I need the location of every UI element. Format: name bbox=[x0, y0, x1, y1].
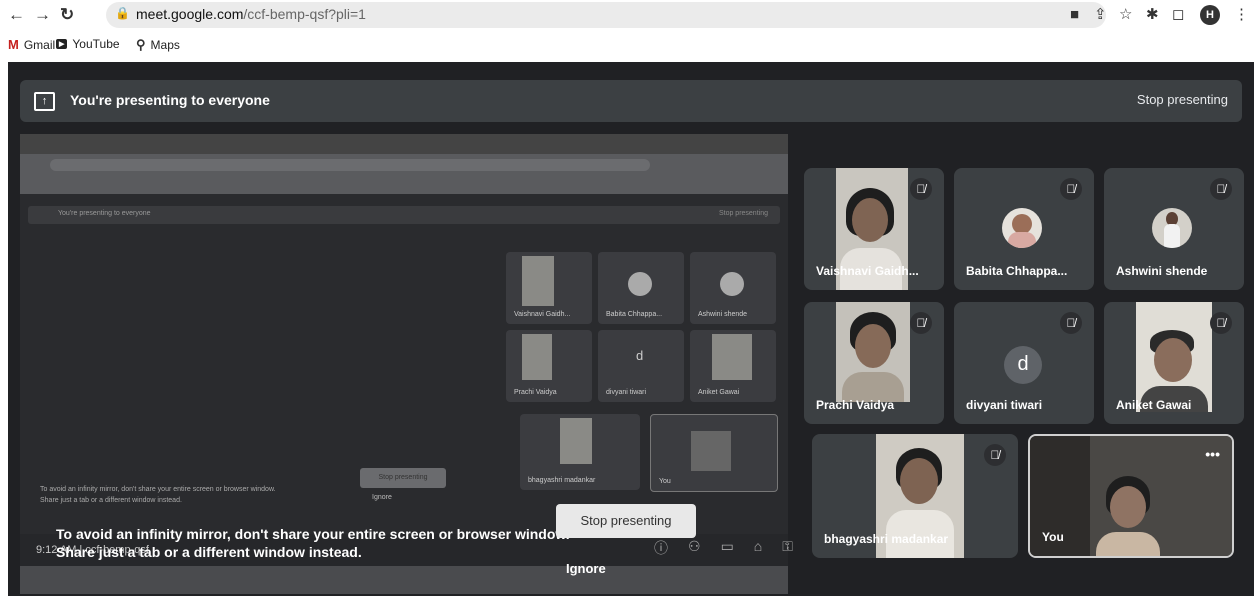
participant-name: You bbox=[1042, 530, 1064, 544]
participant-video bbox=[836, 302, 910, 402]
mirror-tile: You bbox=[650, 414, 778, 492]
reload-icon[interactable]: ↻ bbox=[60, 5, 74, 25]
extensions-icon[interactable]: ✱ bbox=[1146, 6, 1159, 24]
camera-icon[interactable]: ■ bbox=[1070, 6, 1079, 24]
mirror-banner: You're presenting to everyone Stop prese… bbox=[28, 206, 780, 224]
participant-tile-ashwini[interactable]: 🎙̸ Ashwini shende bbox=[1104, 168, 1244, 290]
mirror-tile: d divyani tiwari bbox=[598, 330, 684, 402]
bookmarks-bar: M Gmail ▶ YouTube ⚲ Maps bbox=[0, 30, 1260, 58]
participant-name: Ashwini shende bbox=[1116, 264, 1208, 278]
participant-name: Aniket Gawai bbox=[1116, 398, 1192, 412]
browser-toolbar: ← → ↻ 🔒 meet.google.com/ccf-bemp-qsf?pli… bbox=[0, 0, 1260, 30]
stop-presenting-link[interactable]: Stop presenting bbox=[1137, 92, 1228, 107]
mirror-tile: Ashwini shende bbox=[690, 252, 776, 324]
participant-tile-you[interactable]: ••• You bbox=[1028, 434, 1234, 558]
participant-name: divyani tiwari bbox=[966, 398, 1043, 412]
lock-icon: ⚿ bbox=[782, 538, 793, 554]
participant-avatar bbox=[1002, 208, 1042, 248]
mirror-stop-button: Stop presenting bbox=[360, 468, 446, 488]
present-icon: ↑ bbox=[34, 92, 55, 111]
mirror-tile: bhagyashri madankar bbox=[520, 414, 640, 490]
infinity-mirror-warning: To avoid an infinity mirror, don't share… bbox=[56, 526, 570, 560]
mic-off-icon: 🎙̸ bbox=[1210, 312, 1232, 334]
people-icon: ⚇ bbox=[688, 538, 701, 554]
mirror-tile: Babita Chhappa... bbox=[598, 252, 684, 324]
presenting-text: You're presenting to everyone bbox=[70, 92, 270, 108]
mirror-tile: Prachi Vaidya bbox=[506, 330, 592, 402]
forward-icon[interactable]: → bbox=[34, 5, 51, 25]
participant-name: bhagyashri madankar bbox=[824, 532, 949, 546]
star-icon[interactable]: ☆ bbox=[1119, 6, 1132, 24]
participant-tile-divyani[interactable]: d 🎙̸ divyani tiwari bbox=[954, 302, 1094, 424]
youtube-icon: ▶ bbox=[56, 39, 68, 49]
menu-icon[interactable]: ⋮ bbox=[1234, 6, 1249, 24]
participant-name: Prachi Vaidya bbox=[816, 398, 895, 412]
ignore-button[interactable]: Ignore bbox=[566, 561, 606, 576]
mirror-url bbox=[50, 159, 650, 171]
sidepanel-icon[interactable]: ◻ bbox=[1172, 6, 1184, 24]
participant-name: Vaishnavi Gaidh... bbox=[816, 264, 919, 278]
participant-avatar bbox=[1152, 208, 1192, 248]
share-icon[interactable]: ⇪ bbox=[1094, 6, 1107, 24]
info-icon: ⓘ bbox=[654, 540, 668, 556]
mirror-warning: To avoid an infinity mirror, don't share… bbox=[40, 486, 276, 504]
profile-avatar[interactable]: H bbox=[1200, 5, 1220, 25]
participant-tile-babita[interactable]: 🎙̸ Babita Chhappa... bbox=[954, 168, 1094, 290]
activities-icon: ⌂ bbox=[753, 538, 763, 554]
more-options-icon[interactable]: ••• bbox=[1205, 446, 1220, 462]
participant-letter-avatar: d bbox=[1004, 346, 1042, 384]
mic-off-icon: 🎙̸ bbox=[984, 444, 1006, 466]
mirror-toolbar-icons: ⓘ ⚇ ▭ ⌂ ⚿ bbox=[654, 538, 793, 558]
participant-tile-aniket[interactable]: 🎙̸ Aniket Gawai bbox=[1104, 302, 1244, 424]
bookmark-maps[interactable]: ⚲ Maps bbox=[136, 37, 180, 53]
mic-off-icon: 🎙̸ bbox=[1060, 178, 1082, 200]
participant-video bbox=[1136, 302, 1212, 412]
mirror-ignore: Ignore bbox=[372, 494, 392, 501]
mic-off-icon: 🎙̸ bbox=[910, 312, 932, 334]
mic-off-icon: 🎙̸ bbox=[910, 178, 932, 200]
chat-icon: ▭ bbox=[720, 538, 734, 554]
maps-icon: ⚲ bbox=[136, 37, 146, 52]
mirror-tabs bbox=[20, 134, 788, 154]
participant-name: Babita Chhappa... bbox=[966, 264, 1068, 278]
mirror-tile: Aniket Gawai bbox=[690, 330, 776, 402]
participant-tile-vaishnavi[interactable]: 🎙̸ Vaishnavi Gaidh... bbox=[804, 168, 944, 290]
participant-tile-bhagyashri[interactable]: 🎙̸ bhagyashri madankar bbox=[812, 434, 1018, 558]
mirror-browser-chrome bbox=[20, 134, 788, 194]
lock-icon[interactable]: 🔒 bbox=[115, 6, 130, 20]
stop-presenting-button[interactable]: Stop presenting bbox=[556, 504, 696, 538]
mic-off-icon: 🎙̸ bbox=[1060, 312, 1082, 334]
back-icon[interactable]: ← bbox=[8, 5, 25, 25]
bookmark-youtube[interactable]: ▶ YouTube bbox=[56, 37, 120, 51]
url-text[interactable]: meet.google.com/ccf-bemp-qsf?pli=1 bbox=[136, 6, 366, 22]
gmail-icon: M bbox=[8, 37, 19, 52]
mirror-tile: Vaishnavi Gaidh... bbox=[506, 252, 592, 324]
presenting-banner: ↑ You're presenting to everyone Stop pre… bbox=[20, 80, 1242, 122]
bookmark-gmail[interactable]: M Gmail bbox=[8, 37, 55, 52]
participant-tile-prachi[interactable]: 🎙̸ Prachi Vaidya bbox=[804, 302, 944, 424]
mirror-taskbar bbox=[20, 566, 788, 594]
mic-off-icon: 🎙̸ bbox=[1210, 178, 1232, 200]
